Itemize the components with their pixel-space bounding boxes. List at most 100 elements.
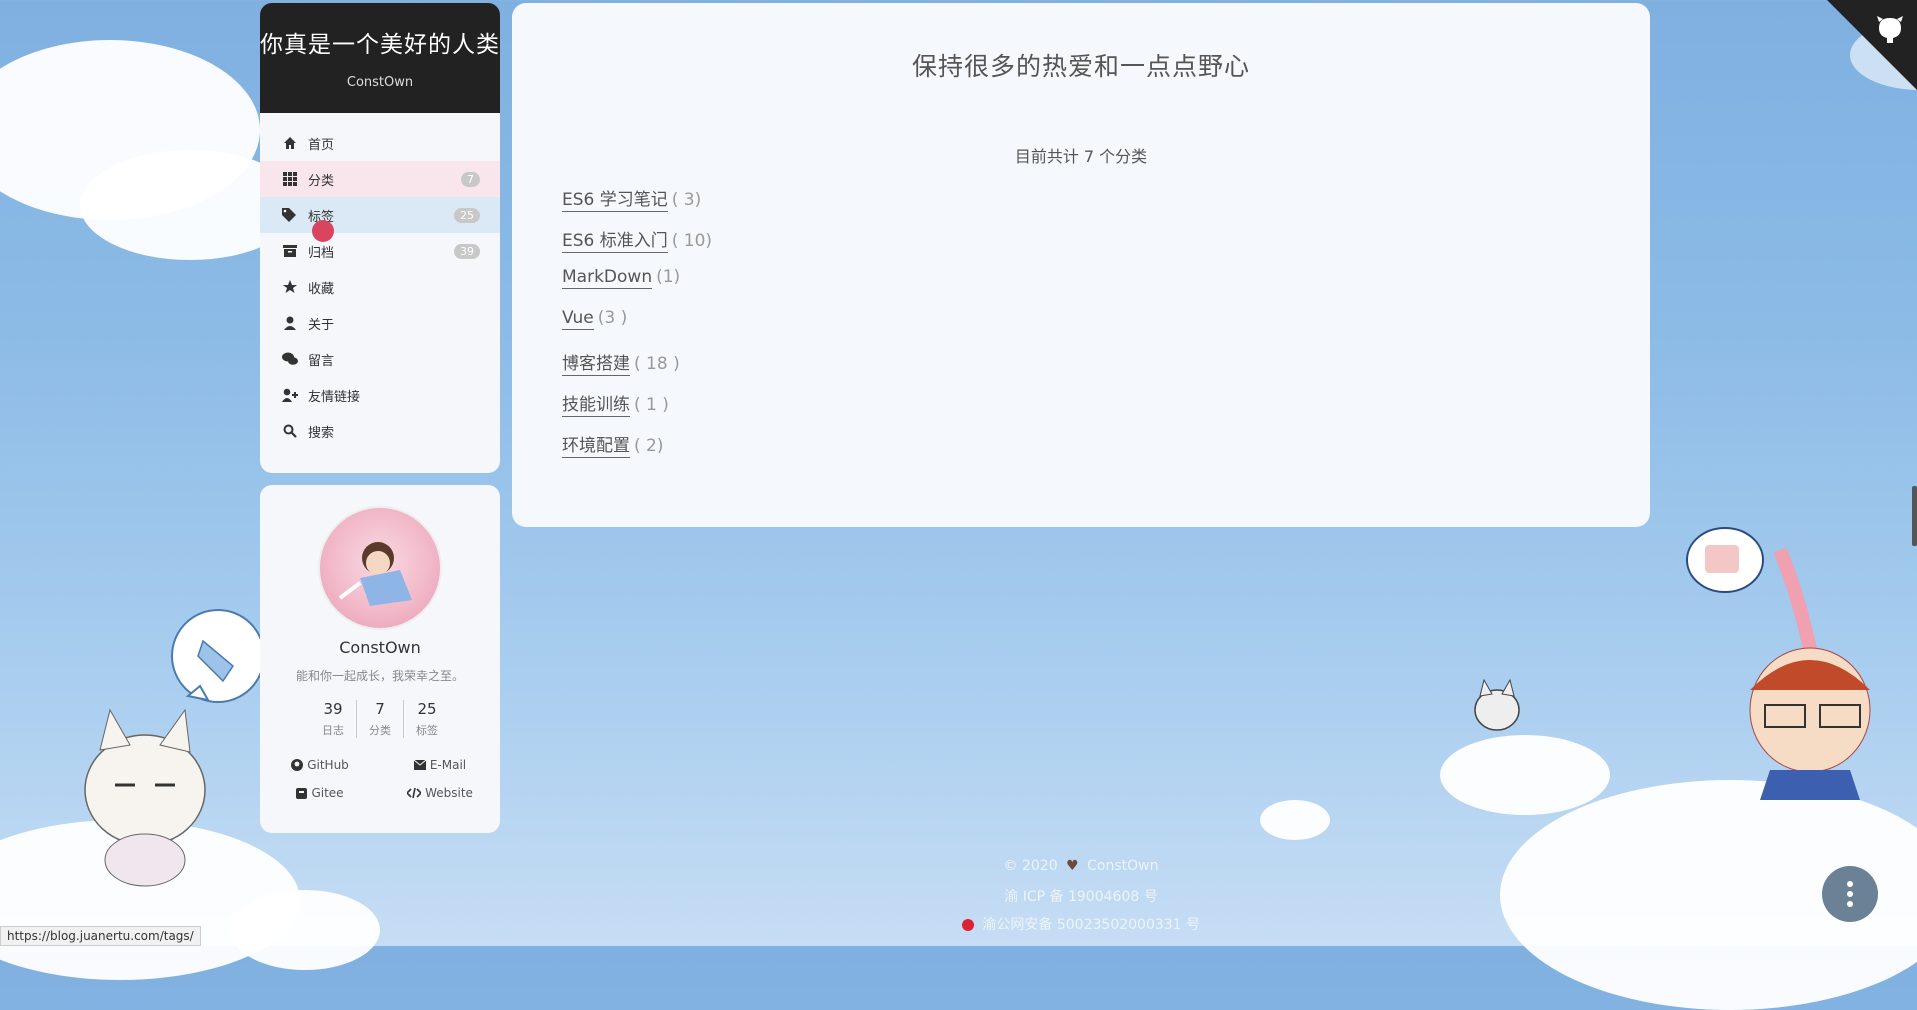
category-link[interactable]: MarkDown [562,267,653,289]
user-plus-icon [282,387,298,403]
category-link[interactable]: ES6 学习笔记 [562,190,668,212]
link-gitee[interactable]: Gitee [260,786,380,800]
category-count-label: ( 2) [634,436,664,456]
menu-item-archive[interactable]: 归档 39 [260,233,500,269]
category-count-label: (3 ) [597,308,628,328]
main-content-card: 保持很多的热爱和一点点野心 目前共计 7 个分类 ES6 学习笔记( 3) ES… [512,3,1650,527]
menu-item-friend-links[interactable]: 友情链接 [260,377,500,413]
category-link[interactable]: ES6 标准入门 [562,231,668,253]
sidebar-menu: 首页 分类 7 标签 25 归档 39 收藏 关于 留言 友情链接 搜索 [260,113,500,473]
menu-item-label: 分类 [308,173,335,189]
copyright-text: © 2020 [1003,858,1058,874]
link-label: GitHub [307,758,349,772]
author-motto: 能和你一起成长，我荣幸之至。 [295,669,464,683]
category-count-label: ( 1 ) [634,395,669,415]
bunny-boy-illustration [1686,527,1871,800]
comments-icon [282,351,298,367]
icp-link[interactable]: 渝 ICP 备 19004608 号 [512,886,1650,914]
list-item: Vue (3 ) [562,308,1650,349]
cat-illustration [84,708,206,887]
list-item: ES6 学习笔记( 3) [562,185,1650,226]
link-email[interactable]: E-Mail [380,758,500,772]
background-cloud [1440,735,1610,815]
menu-item-about[interactable]: 关于 [260,305,500,341]
category-list: ES6 学习笔记( 3) ES6 标准入门( 10) MarkDown (1) V… [562,185,1650,472]
site-subtitle: ConstOwn [346,75,414,90]
archive-icon [282,243,298,259]
footer-copyright-line: © 2020 ♥ ConstOwn [512,858,1650,886]
category-link[interactable]: Vue [562,308,594,330]
site-brand: 你真是一个美好的人类 ConstOwn [260,3,500,113]
link-label: Gitee [311,786,344,800]
stat-posts[interactable]: 39 日志 [310,700,356,738]
footer-author: ConstOwn [1087,858,1159,874]
social-links: GitHub E-Mail Gitee Website [260,758,500,800]
category-count: 目前共计 7 个分类 [1014,147,1148,166]
vertical-dots-icon [1847,881,1853,907]
category-link[interactable]: 博客搭建 [562,354,630,376]
code-icon [407,788,422,798]
pet-cursor-icon [312,220,334,242]
stat-label: 日志 [322,724,344,737]
background-cloud [1260,800,1330,840]
menu-item-favorites[interactable]: 收藏 [260,269,500,305]
page-slogan: 保持很多的热爱和一点点野心 [911,52,1250,81]
stat-categories[interactable]: 7 分类 [356,700,403,738]
stat-tags[interactable]: 25 标签 [403,700,450,738]
avatar [318,506,442,630]
heart-icon: ♥ [1066,858,1079,874]
menu-item-label: 归档 [308,245,335,261]
github-icon [291,759,304,771]
count-badge: 39 [454,243,480,259]
police-record-text: 渝公网安备 50023502000331 号 [982,917,1201,933]
police-badge-icon [961,919,974,931]
menu-item-guestbook[interactable]: 留言 [260,341,500,377]
stat-label: 标签 [416,724,438,737]
category-link[interactable]: 环境配置 [562,436,630,458]
menu-item-search[interactable]: 搜索 [260,413,500,449]
list-item: ES6 标准入门( 10) [562,226,1650,267]
category-count-label: ( 18 ) [634,354,680,374]
count-badge: 7 [461,171,480,187]
more-menu-button[interactable] [1822,866,1878,922]
list-item: 博客搭建( 18 ) [562,349,1650,390]
site-footer: © 2020 ♥ ConstOwn 渝 ICP 备 19004608 号 渝公网… [512,858,1650,942]
category-link[interactable]: 技能训练 [562,395,630,417]
menu-item-home[interactable]: 首页 [260,125,500,161]
author-card: ConstOwn 能和你一起成长，我荣幸之至。 39 日志 7 分类 25 标签… [260,485,500,833]
site-title[interactable]: 你真是一个美好的人类 [260,25,500,59]
gitee-icon [296,787,308,799]
link-website[interactable]: Website [380,786,500,800]
background-cloud [230,890,380,970]
author-stats: 39 日志 7 分类 25 标签 [260,700,500,738]
envelope-icon [413,760,426,770]
browser-status-url: https://blog.juanertu.com/tags/ [0,926,201,946]
menu-item-label: 收藏 [308,281,335,297]
menu-item-label: 留言 [308,353,335,369]
grid-icon [282,171,298,187]
link-github[interactable]: GitHub [260,758,380,772]
list-item: 技能训练( 1 ) [562,390,1650,431]
police-record-line[interactable]: 渝公网安备 50023502000331 号 [512,914,1650,942]
link-label: Website [425,786,473,800]
list-item: MarkDown (1) [562,267,1650,308]
tags-icon [282,207,298,223]
count-badge: 25 [454,207,480,223]
stat-number: 39 [323,700,343,718]
octocat-icon [1877,16,1903,43]
scrollbar-thumb[interactable] [1912,486,1917,546]
category-count-label: (1) [656,267,681,287]
category-count-label: ( 10) [671,231,713,251]
menu-item-categories[interactable]: 分类 7 [260,161,500,197]
menu-item-tags[interactable]: 标签 25 [260,197,500,233]
menu-item-label: 搜索 [308,425,335,441]
link-label: E-Mail [429,758,467,772]
home-icon [282,135,298,151]
stat-label: 分类 [369,724,391,737]
search-icon [282,423,298,439]
stat-number: 25 [417,700,437,718]
user-icon [282,315,298,331]
author-name: ConstOwn [339,638,421,657]
stat-number: 7 [375,700,385,718]
list-item: 环境配置( 2) [562,431,1650,472]
